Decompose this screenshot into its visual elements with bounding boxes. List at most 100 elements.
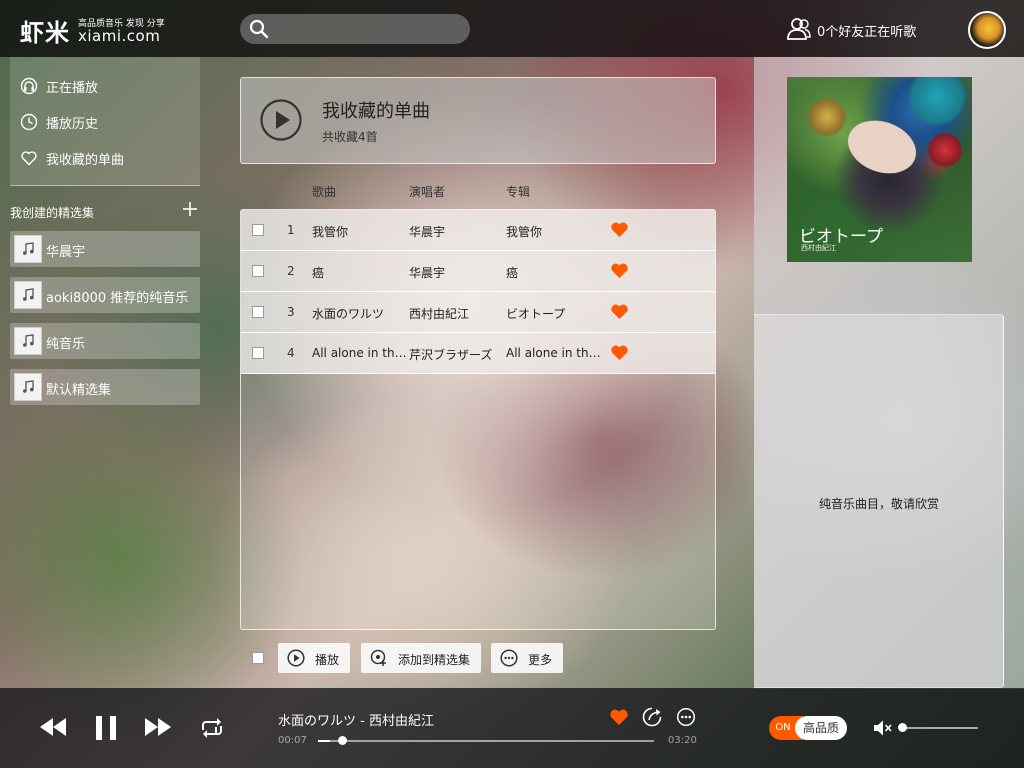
page-title: 我收藏的单曲 (322, 101, 430, 122)
column-header-artist[interactable]: 演唱者 (409, 183, 445, 200)
song-row[interactable]: 2 癌 华晨宇 癌 (241, 251, 715, 292)
nav-item-history[interactable]: 播放历史 (10, 103, 200, 139)
heart-outline-icon (21, 151, 37, 166)
lyrics-panel: 纯音乐曲目，敬请欣赏 (754, 314, 1004, 688)
sidebar-divider (10, 185, 200, 186)
column-header-album[interactable]: 专辑 (506, 183, 530, 200)
song-row[interactable]: 4 All alone in the... 芹沢ブラザーズ All alone … (241, 333, 715, 374)
volume-handle[interactable] (898, 723, 907, 732)
player-bar: 水面のワルツ - 西村由紀江 00:07 03:20 ON 高品质 (0, 688, 1024, 768)
user-avatar[interactable] (968, 11, 1006, 49)
high-quality-toggle[interactable]: ON 高品质 (769, 716, 847, 740)
add-collection-icon[interactable] (182, 201, 198, 217)
song-list: 1 我管你 华晨宇 我管你 2 癌 华晨宇 癌 3 水面のワルツ 西村由紀江 ビ… (240, 209, 716, 630)
search-box[interactable] (240, 14, 470, 44)
playlist-header: 我收藏的单曲 共收藏4首 (240, 77, 716, 164)
heart-filled-icon[interactable] (610, 262, 629, 279)
heart-filled-icon[interactable] (610, 344, 629, 361)
now-playing-track[interactable]: 水面のワルツ - 西村由紀江 (278, 710, 434, 729)
collection-item[interactable]: 默认精选集 (10, 369, 200, 405)
progress-fill (318, 740, 331, 742)
song-count: 共收藏4首 (322, 130, 378, 144)
collection-item[interactable]: 华晨宇 (10, 231, 200, 267)
search-input[interactable] (276, 18, 461, 40)
row-checkbox[interactable] (252, 265, 264, 277)
collection-item[interactable]: 纯音乐 (10, 323, 200, 359)
play-button[interactable]: 播放 (278, 643, 350, 673)
next-icon[interactable] (144, 717, 172, 737)
nav-item-label: 播放历史 (46, 117, 99, 132)
add-to-collection-icon (370, 649, 386, 666)
row-checkbox[interactable] (252, 306, 264, 318)
song-album[interactable]: 我管你 (506, 223, 603, 240)
progress-handle[interactable] (338, 736, 348, 745)
previous-icon[interactable] (39, 717, 67, 737)
heart-filled-icon[interactable] (610, 221, 629, 238)
track-number: 3 (287, 305, 295, 319)
track-number: 1 (287, 223, 295, 237)
cover-portrait-art (840, 111, 924, 183)
collection-label: 纯音乐 (46, 337, 86, 352)
cover-flower-art (927, 132, 963, 168)
album-cover[interactable]: ビオトープ 西村由紀江 (787, 77, 972, 262)
lyrics-text: 纯音乐曲目，敬请欣赏 (818, 497, 939, 511)
music-note-icon (14, 373, 42, 401)
more-button-label: 更多 (528, 653, 553, 667)
volume-muted-icon[interactable] (873, 719, 893, 737)
heart-filled-icon[interactable] (610, 303, 629, 320)
search-icon[interactable] (249, 19, 269, 39)
friends-count-text: 0个好友正在听歌 (817, 25, 917, 40)
volume-slider[interactable] (898, 723, 978, 732)
song-row[interactable]: 3 水面のワルツ 西村由紀江 ビオトープ (241, 292, 715, 333)
nav-item-now-playing[interactable]: 正在播放 (10, 67, 200, 103)
song-album[interactable]: ビオトープ (506, 305, 603, 322)
pause-icon[interactable] (94, 715, 118, 741)
song-artist[interactable]: 芹沢ブラザーズ (409, 346, 506, 363)
now-playing-icon (20, 77, 38, 95)
row-checkbox[interactable] (252, 347, 264, 359)
column-header-song[interactable]: 歌曲 (312, 183, 336, 200)
quality-label: 高品质 (795, 716, 847, 740)
track-number: 2 (287, 264, 295, 278)
logo-text: 虾米 (20, 19, 70, 47)
more-options-icon[interactable] (676, 707, 696, 727)
play-button-label: 播放 (315, 653, 340, 667)
music-note-icon (14, 235, 42, 263)
cover-artist-name: 西村由紀江 (801, 244, 836, 252)
song-title[interactable]: 水面のワルツ (312, 305, 409, 322)
share-icon[interactable] (642, 707, 662, 727)
row-checkbox[interactable] (252, 224, 264, 236)
song-artist[interactable]: 华晨宇 (409, 223, 506, 240)
more-button[interactable]: 更多 (491, 643, 563, 673)
collection-item[interactable]: aoki8000 推荐的纯音乐 (10, 277, 200, 313)
more-icon (500, 649, 518, 667)
song-artist[interactable]: 西村由紀江 (409, 305, 506, 322)
song-title[interactable]: 癌 (312, 264, 409, 281)
song-album[interactable]: All alone in the... (506, 346, 603, 360)
collection-label: 默认精选集 (46, 383, 112, 398)
song-album[interactable]: 癌 (506, 264, 603, 281)
progress-bar[interactable] (318, 736, 654, 745)
music-note-icon (14, 281, 42, 309)
friends-icon (787, 18, 811, 40)
like-track-icon[interactable] (609, 708, 629, 726)
collections-title: 我创建的精选集 (10, 206, 95, 220)
song-title[interactable]: 我管你 (312, 223, 409, 240)
repeat-one-icon[interactable] (200, 718, 224, 738)
song-row[interactable]: 1 我管你 华晨宇 我管你 (241, 210, 715, 251)
collection-label: aoki8000 推荐的纯音乐 (46, 291, 189, 306)
add-to-collection-button[interactable]: 添加到精选集 (361, 643, 481, 673)
sidebar-nav: 正在播放 播放历史 我收藏的单曲 (10, 57, 200, 185)
music-note-icon (14, 327, 42, 355)
select-all-checkbox[interactable] (252, 652, 264, 664)
play-circle-icon (287, 649, 305, 667)
history-icon (20, 113, 38, 131)
cover-flower-art (807, 97, 847, 137)
cover-flower-art (907, 77, 967, 127)
nav-item-label: 我收藏的单曲 (46, 153, 125, 168)
play-all-icon[interactable] (259, 98, 303, 142)
song-artist[interactable]: 华晨宇 (409, 264, 506, 281)
song-title[interactable]: All alone in the... (312, 346, 409, 360)
top-bar: 虾米 高品质音乐 发现 分享 xiami.com 0个好友正在听歌 (0, 0, 1024, 57)
nav-item-favorites[interactable]: 我收藏的单曲 (10, 139, 200, 175)
